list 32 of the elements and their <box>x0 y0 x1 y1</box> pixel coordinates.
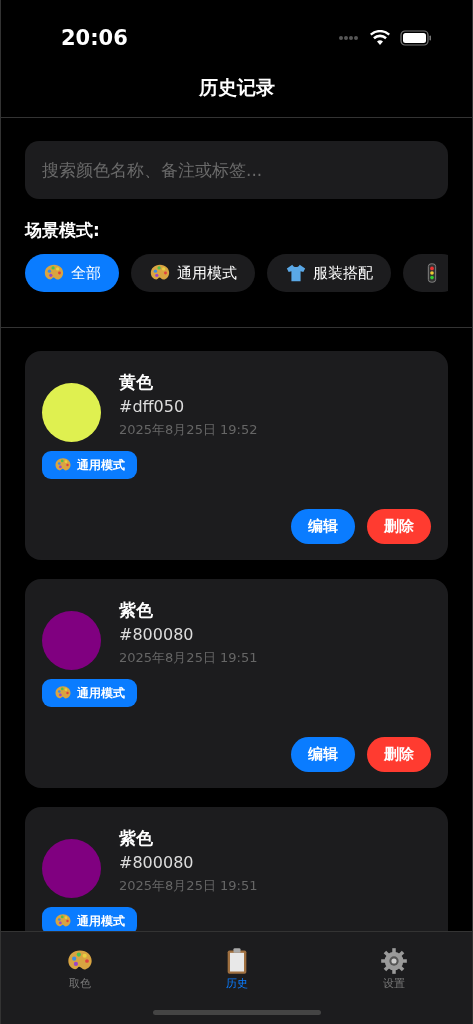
wifi-icon <box>370 30 390 45</box>
tab-item[interactable]: 取色 <box>39 946 120 992</box>
delete-button[interactable]: 删除 <box>367 737 431 772</box>
record-time: 2025年8月25日 19:52 <box>119 421 258 439</box>
tab-item[interactable]: 历史 <box>196 946 277 992</box>
tab-item[interactable]: 设置 <box>353 946 434 992</box>
edit-button[interactable]: 编辑 <box>291 509 355 544</box>
record-time: 2025年8月25日 19:51 <box>119 877 258 895</box>
signal-icon <box>338 34 360 41</box>
color-hex: #800080 <box>119 625 195 644</box>
color-hex: #800080 <box>119 853 195 872</box>
search-field[interactable]: 搜索颜色名称、备注或标签... <box>25 141 448 199</box>
scene-chip[interactable]: 通用模式 <box>131 254 255 292</box>
color-name: 紫色 <box>119 599 154 622</box>
scene-chip[interactable] <box>403 254 448 292</box>
edit-button[interactable]: 编辑 <box>291 737 355 772</box>
status-time: 20:06 <box>61 25 128 50</box>
tag-label: 通用模式 <box>77 456 125 474</box>
color-hex: #dff050 <box>119 397 186 416</box>
scene-label: 场景模式: <box>25 219 101 242</box>
shirt-icon <box>285 262 307 284</box>
delete-button[interactable]: 删除 <box>367 509 431 544</box>
record-time: 2025年8月25日 19:51 <box>119 649 258 667</box>
scene-chip[interactable]: 全部 <box>25 254 119 292</box>
tag-label: 通用模式 <box>77 684 125 702</box>
tag-label: 通用模式 <box>77 912 125 930</box>
scene-chip[interactable]: 服装搭配 <box>267 254 391 292</box>
gear-icon <box>378 947 409 975</box>
color-name: 黄色 <box>119 371 154 394</box>
battery-icon <box>400 29 432 46</box>
nav-title: 历史记录 <box>198 75 275 100</box>
color-name: 紫色 <box>119 827 154 850</box>
